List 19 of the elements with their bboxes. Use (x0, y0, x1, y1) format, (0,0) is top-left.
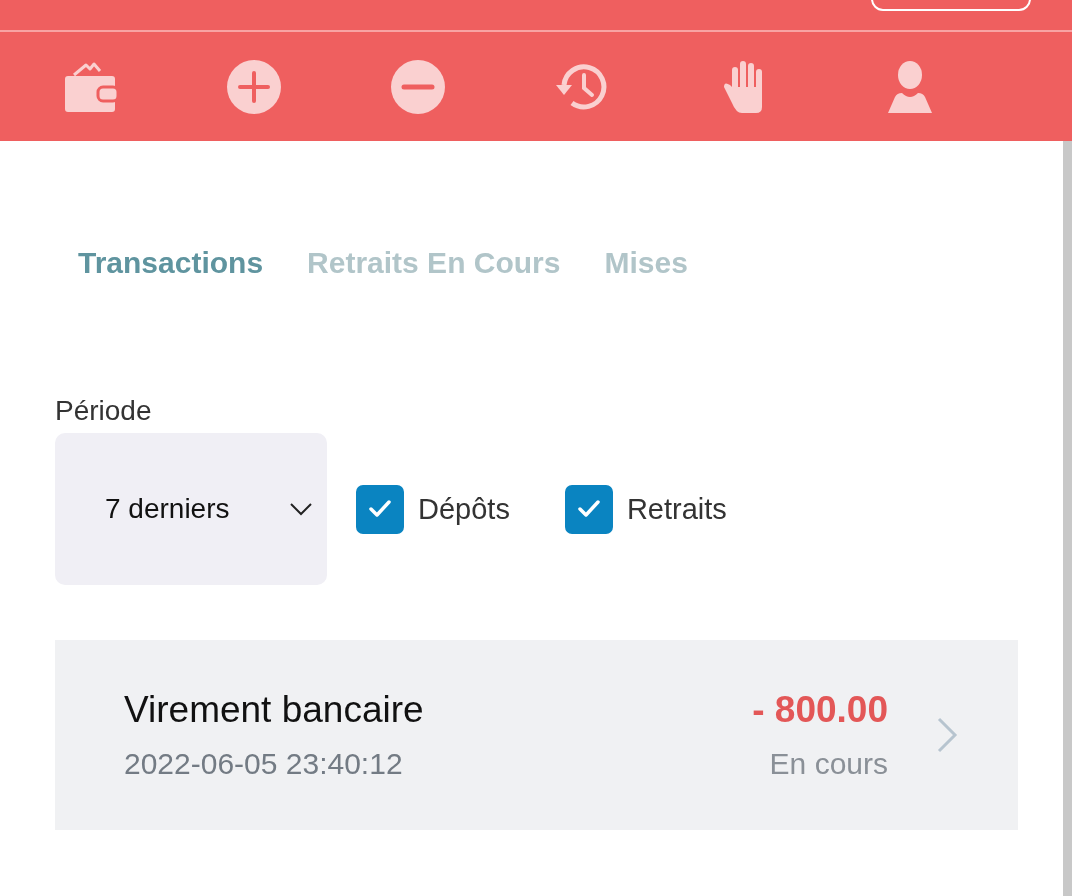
checkbox[interactable] (564, 484, 613, 534)
plus-icon[interactable] (226, 58, 282, 115)
tab[interactable]: Mises (604, 245, 688, 281)
transaction-date: 2022-06-05 23:40:12 (124, 747, 404, 781)
chevron-right-icon (936, 716, 958, 754)
minus-icon[interactable] (390, 58, 446, 115)
period-label: Période (55, 395, 153, 428)
period-dropdown[interactable]: 7 derniers (55, 433, 327, 585)
transaction-status: En cours (769, 747, 888, 781)
tab[interactable]: Retraits En Cours (307, 245, 561, 281)
scrollbar[interactable] (1063, 141, 1072, 896)
transaction-amount: - 800.00 (752, 689, 888, 731)
tab[interactable]: Transactions (78, 245, 264, 281)
chevron-down-icon (289, 502, 313, 516)
transaction-row[interactable]: Virement bancaire 2022-06-05 23:40:12 - 800.00 En cours (55, 640, 1018, 830)
checkbox-label: Dépôts (418, 492, 510, 526)
checkbox-label: Retraits (626, 492, 727, 526)
transaction-title: Virement bancaire (124, 689, 425, 731)
checkbox[interactable] (356, 484, 404, 534)
